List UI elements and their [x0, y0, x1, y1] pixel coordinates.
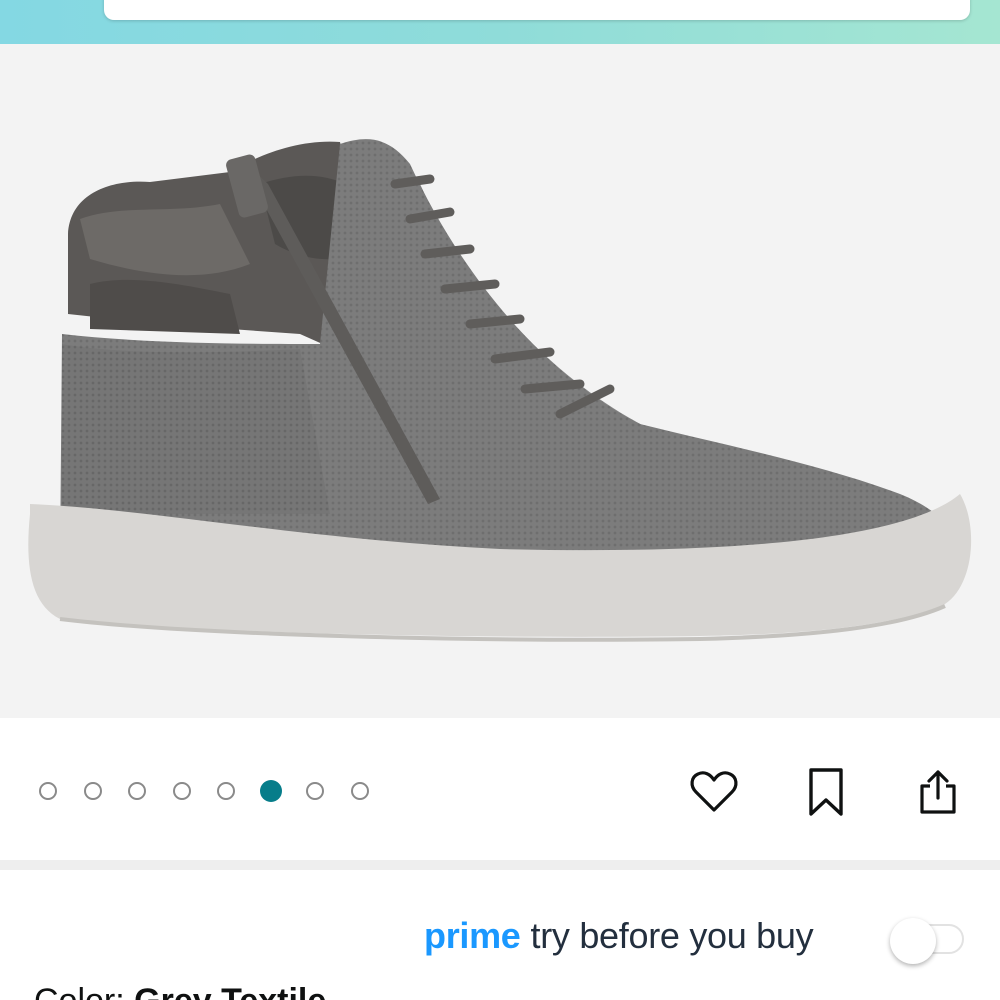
sneaker-image — [28, 139, 972, 642]
try-before-you-buy-label: try before you buy — [530, 915, 814, 956]
color-value: Grey Textile — [134, 982, 326, 1000]
product-page: primetry before you buy Color: Grey Text… — [0, 0, 1000, 1000]
share-icon — [920, 770, 956, 814]
carousel-dot[interactable] — [128, 782, 146, 800]
search-input[interactable] — [104, 0, 970, 20]
product-image[interactable] — [0, 44, 1000, 718]
toggle-knob — [890, 918, 936, 964]
heart-icon — [690, 771, 738, 812]
carousel-dot[interactable] — [39, 782, 57, 800]
color-label: Color: — [34, 982, 125, 1000]
carousel-dot[interactable] — [217, 782, 235, 800]
prime-try-before-you-buy: primetry before you buy Color: Grey Text… — [0, 870, 1000, 1000]
carousel-dot[interactable] — [83, 782, 102, 800]
try-before-you-buy-toggle[interactable] — [890, 918, 966, 964]
carousel-dot[interactable] — [172, 782, 191, 800]
share-button[interactable] — [912, 766, 964, 818]
favorite-button[interactable] — [688, 766, 740, 818]
header-bar — [0, 0, 1000, 44]
prime-label: prime try before you buy — [424, 914, 814, 958]
prime-brand: prime — [424, 915, 521, 956]
carousel-dot[interactable] — [350, 782, 369, 800]
image-carousel-controls — [0, 718, 1000, 860]
carousel-dot[interactable] — [306, 782, 324, 800]
carousel-dot[interactable] — [259, 780, 282, 802]
bookmark-icon — [809, 768, 843, 816]
color-selection: Color: Grey Textile — [34, 982, 326, 1000]
section-divider — [0, 860, 1000, 870]
save-button[interactable] — [800, 766, 852, 818]
